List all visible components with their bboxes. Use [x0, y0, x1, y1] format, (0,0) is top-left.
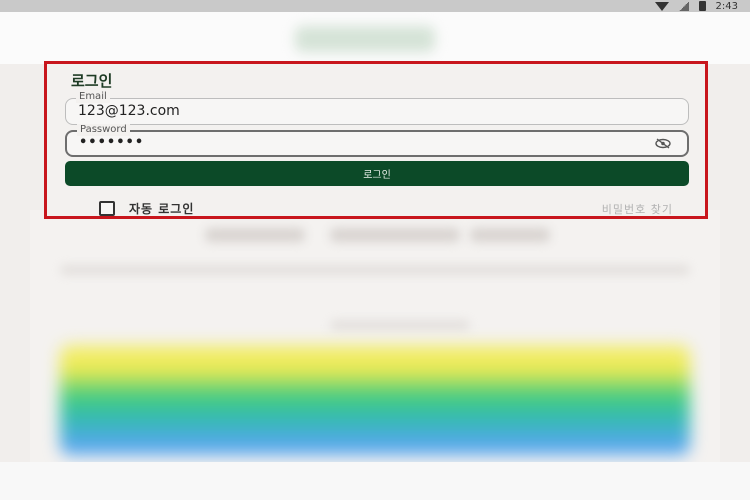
- password-field[interactable]: Password •••••••: [65, 124, 689, 157]
- auto-login-label: 자동 로그인: [129, 202, 195, 216]
- blurred-text: [330, 320, 470, 330]
- email-label: Email: [76, 91, 110, 103]
- app-bar: [0, 12, 750, 64]
- password-value: •••••••: [79, 135, 145, 150]
- blurred-divider: [60, 265, 690, 275]
- status-bar: 2:43: [0, 0, 750, 12]
- wifi-icon: [654, 1, 669, 11]
- login-panel: 로그인 Email 123@123.com Password ••••••• 로…: [44, 61, 708, 219]
- email-field[interactable]: Email 123@123.com: [65, 91, 689, 125]
- battery-icon: [698, 1, 706, 11]
- login-button[interactable]: 로그인: [65, 161, 689, 186]
- auto-login-row[interactable]: 자동 로그인: [99, 200, 194, 217]
- blurred-text: [205, 228, 305, 242]
- blurred-text: [330, 228, 460, 242]
- email-value: 123@123.com: [78, 103, 180, 119]
- find-password-link[interactable]: 비밀번호 찾기: [602, 201, 673, 217]
- signal-icon: [678, 1, 689, 11]
- login-title: 로그인: [71, 72, 113, 90]
- app-logo: [295, 26, 435, 52]
- banner-image: [60, 345, 690, 455]
- auto-login-checkbox[interactable]: [99, 201, 115, 216]
- eye-off-icon[interactable]: [655, 138, 671, 149]
- status-time: 2:43: [715, 0, 738, 12]
- bottom-area: [0, 462, 750, 500]
- blurred-text: [470, 228, 550, 242]
